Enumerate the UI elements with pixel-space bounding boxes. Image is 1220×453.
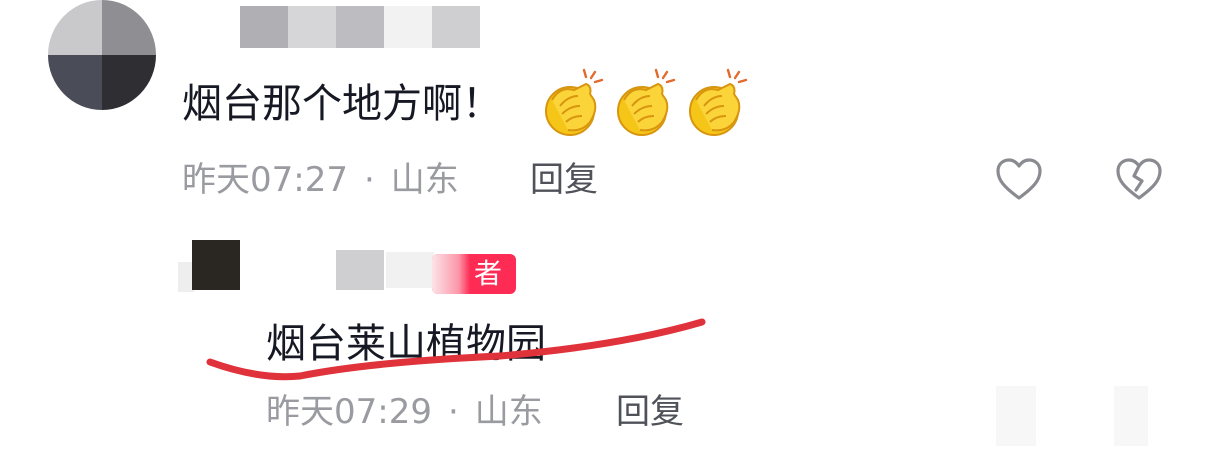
emoji-group bbox=[540, 66, 754, 138]
avatar[interactable] bbox=[192, 240, 240, 290]
comment-time: 昨天07:27 bbox=[182, 160, 348, 200]
comment-text: 烟台那个地方啊！ bbox=[182, 81, 502, 127]
broken-heart-icon[interactable] bbox=[1114, 156, 1164, 204]
clapping-hands-icon bbox=[545, 68, 604, 136]
comment-location: 山东 bbox=[390, 160, 459, 200]
comment-location: 山东 bbox=[474, 392, 543, 432]
comment-meta: 昨天07:29 · 山东 bbox=[266, 390, 543, 434]
faded-dislike-placeholder bbox=[1114, 386, 1148, 446]
meta-separator: · bbox=[363, 160, 375, 200]
comment-time: 昨天07:29 bbox=[266, 392, 432, 432]
clapping-hands-icon bbox=[689, 68, 748, 136]
author-badge: 者 bbox=[432, 254, 516, 294]
heart-outline-icon[interactable] bbox=[994, 156, 1044, 204]
faded-like-placeholder bbox=[996, 386, 1036, 446]
avatar[interactable] bbox=[48, 0, 156, 110]
reply-button[interactable]: 回复 bbox=[616, 390, 684, 434]
username-blurred-part bbox=[386, 252, 434, 288]
clapping-hands-icon bbox=[617, 68, 676, 136]
author-badge-label: 者 bbox=[473, 257, 502, 290]
reply-button[interactable]: 回复 bbox=[530, 158, 598, 202]
username-blurred[interactable] bbox=[240, 6, 480, 48]
comment-text: 烟台莱山植物园 bbox=[266, 321, 546, 367]
comment-meta: 昨天07:27 · 山东 bbox=[182, 158, 459, 202]
meta-separator: · bbox=[447, 392, 459, 432]
username-blurred[interactable] bbox=[336, 250, 384, 290]
